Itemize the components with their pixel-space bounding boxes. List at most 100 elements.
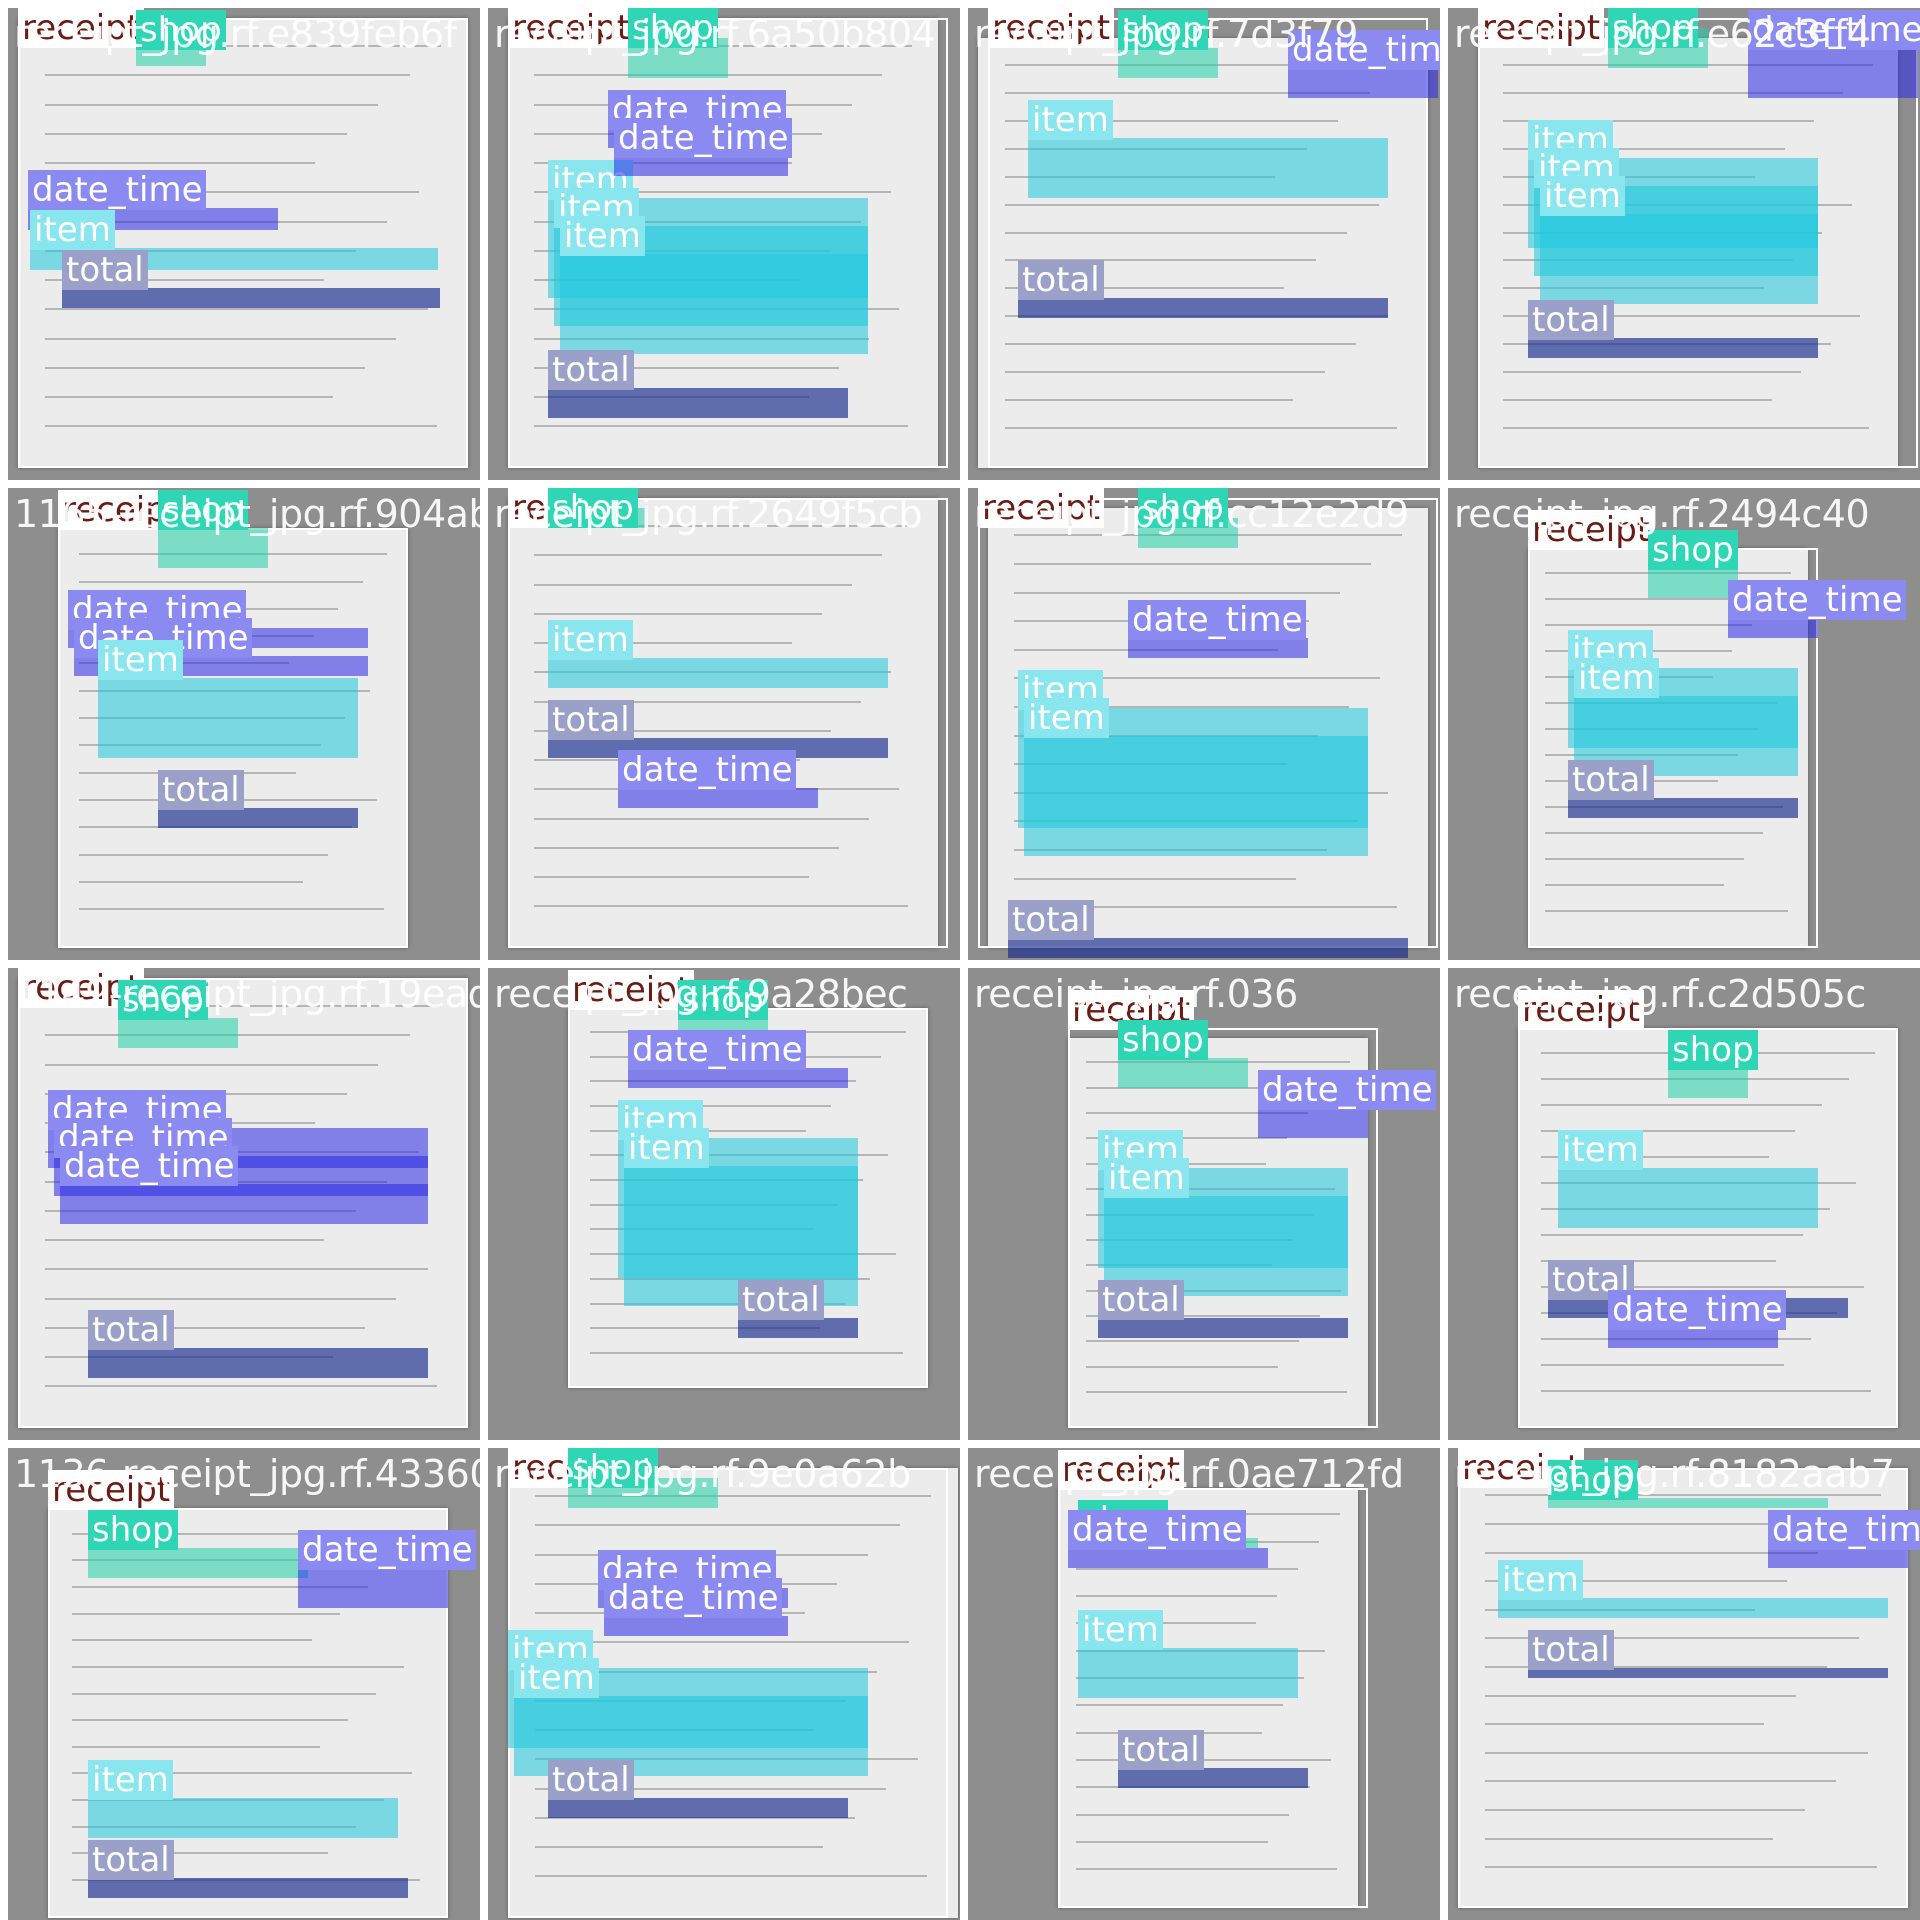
image-tile: receiptshopdate_timeitemitemtotaldate_ti… — [488, 1448, 960, 1920]
date-time-bbox — [60, 1184, 428, 1224]
total-label: total — [1118, 1730, 1204, 1770]
tile-filename: receipt_jpg.rf.2494c40 — [1454, 492, 1870, 536]
shop-label: shop — [1668, 1030, 1758, 1070]
tile-filename: receipt_jpg.rf.8182aab7 — [1454, 1452, 1895, 1496]
tile-filename: receipt_jpg.rf.cc12e2d9 — [974, 492, 1409, 536]
total-bbox — [62, 288, 440, 308]
image-tile: receiptshopdate_timeitemtotalreceipt_jpg… — [1448, 1448, 1920, 1920]
date-time-bbox — [1288, 68, 1438, 98]
date-time-label: date_time — [1608, 1290, 1787, 1330]
total-bbox — [1018, 298, 1388, 318]
total-label: total — [548, 1760, 634, 1800]
shop-label: shop — [1118, 1020, 1208, 1060]
total-bbox — [1528, 338, 1818, 358]
item-label: item — [1028, 100, 1113, 140]
date-time-label: date_time — [614, 118, 793, 158]
item-label: item — [1540, 176, 1625, 216]
total-label: total — [88, 1310, 174, 1350]
tile-filename: receipt_jpg.rf.9a28bec — [494, 972, 908, 1016]
image-tile: receiptshopitemtotaldate_timereceipt_jpg… — [1448, 968, 1920, 1440]
tile-filename: receipt_jpg.rf.c2d505c — [1454, 972, 1866, 1016]
image-tile: receipt shop date_time date_time date_time to… — [8, 968, 480, 1440]
item-label: item — [1078, 1610, 1163, 1650]
shop-label: shop — [88, 1510, 178, 1550]
total-label: total — [1528, 1630, 1614, 1670]
date-time-label: date_time — [298, 1530, 477, 1570]
total-bbox — [1568, 798, 1798, 818]
item-bbox — [1078, 1648, 1298, 1698]
item-label: item — [98, 640, 183, 680]
total-label: total — [88, 1840, 174, 1880]
date-time-bbox — [604, 1616, 788, 1636]
item-bbox — [1498, 1598, 1888, 1618]
date-time-bbox — [1608, 1328, 1778, 1348]
total-label: total — [1568, 760, 1654, 800]
tile-filename: receipt_jpg.rf.9e0a62b — [494, 1452, 911, 1496]
image-tile: receipt shop date_time item item item total dat… — [488, 8, 960, 480]
image-tile: receipt shop date_time item item total receipt… — [488, 968, 960, 1440]
date-time-label: date_time — [1768, 1510, 1920, 1550]
date-time-label: date_time — [60, 1146, 239, 1186]
image-tile: receipt shop date_time item item total receipt… — [968, 488, 1440, 960]
date-time-label: date_time — [1068, 1510, 1247, 1550]
total-bbox — [1008, 938, 1408, 958]
date-time-bbox — [1258, 1108, 1368, 1138]
date-time-label: date_time — [1128, 600, 1307, 640]
date-time-bbox — [628, 1068, 848, 1088]
tile-filename: receipt_jpg.rf.2649f5cb — [494, 492, 923, 536]
image-tile: receiptshopdate_timeitemtotalreceipt_jpg… — [968, 1448, 1440, 1920]
total-label: total — [1528, 300, 1614, 340]
tile-filename: receipt_jpg.rf.e62c3ff4 — [1454, 12, 1871, 56]
tile-filename: receipt_jpg.rf.036 — [974, 972, 1298, 1016]
total-label: total — [1008, 900, 1094, 940]
item-label: item — [88, 1760, 173, 1800]
image-tile: receiptshopdate_timeitemtotalreceipt_jpg… — [8, 8, 480, 480]
item-bbox — [88, 1798, 398, 1838]
item-label: item — [514, 1658, 599, 1698]
image-tile: receipt shop date_time item total 1136-receip… — [8, 1448, 480, 1920]
image-tile: receipt shop date_time item item total receipt… — [1448, 488, 1920, 960]
item-label: item — [1498, 1560, 1583, 1600]
date-time-bbox — [1128, 638, 1308, 658]
date-time-label: date_time — [1728, 580, 1907, 620]
item-bbox — [560, 254, 868, 354]
date-time-bbox — [614, 156, 788, 176]
shop-bbox — [1668, 1068, 1748, 1098]
date-time-label: date_time — [604, 1578, 783, 1618]
total-bbox — [548, 388, 848, 418]
tile-filename: receipt_jpg.rf.0ae712fd — [974, 1452, 1404, 1496]
item-bbox — [1540, 214, 1818, 304]
tile-filename: 1165-receipt_jpg.rf.904ab047 — [14, 492, 480, 536]
tile-filename: 1149-receipt_jpg.rf.19eadca — [14, 972, 480, 1016]
tile-filename: receipt_jpg.rf.7d3f79 — [974, 12, 1358, 56]
shop-bbox — [1118, 1058, 1248, 1088]
total-label: total — [548, 350, 634, 390]
date-time-label: date_time — [1258, 1070, 1437, 1110]
item-bbox — [98, 678, 358, 758]
date-time-label: date_time — [618, 750, 797, 790]
item-bbox — [548, 658, 888, 688]
shop-bbox — [1648, 568, 1738, 598]
tile-filename: 1136-receipt_jpg.rf.433606e — [14, 1452, 480, 1496]
total-bbox — [548, 1798, 848, 1818]
item-label: item — [624, 1128, 709, 1168]
item-bbox — [1024, 736, 1368, 856]
tile-filename: receipt_jpg.rf.6a50b804 — [494, 12, 936, 56]
date-time-bbox — [1768, 1548, 1908, 1568]
total-label: total — [158, 770, 244, 810]
date-time-label: date_time — [628, 1030, 807, 1070]
total-bbox — [738, 1318, 858, 1338]
item-label: item — [1558, 1130, 1643, 1170]
date-time-bbox — [1728, 618, 1818, 638]
shop-bbox — [118, 1018, 238, 1048]
total-bbox — [88, 1348, 428, 1378]
image-tile: receiptshopitemtotaldate_timereceipt_jpg… — [488, 488, 960, 960]
image-tile: receipt shop date_time date_time item total 11… — [8, 488, 480, 960]
shop-bbox — [88, 1548, 308, 1578]
date-time-bbox — [298, 1568, 448, 1608]
item-label: item — [30, 210, 115, 250]
item-label: item — [1574, 658, 1659, 698]
total-label: total — [738, 1280, 824, 1320]
total-label: total — [1098, 1280, 1184, 1320]
date-time-label: date_time — [28, 170, 207, 210]
